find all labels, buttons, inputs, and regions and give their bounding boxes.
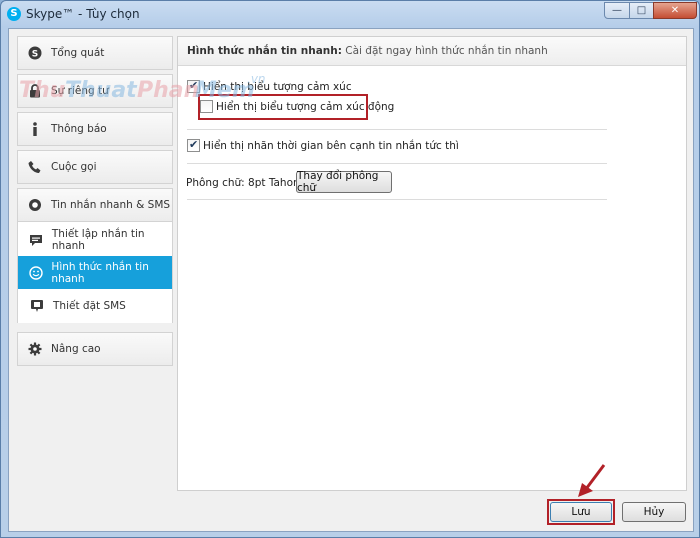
highlight-annotation [198, 94, 368, 120]
arrow-annotation-icon [578, 464, 606, 497]
sidebar-item-label: Thiết đặt SMS [53, 300, 126, 312]
sidebar-item-calls[interactable]: Cuộc gọi [17, 150, 173, 184]
sidebar-group-label: Tin nhắn nhanh & SMS [51, 199, 171, 211]
sidebar-item-im-settings[interactable]: Thiết lập nhắn tin nhanh [18, 223, 172, 257]
close-button[interactable]: ✕ [653, 2, 697, 19]
sidebar-item-privacy[interactable]: Sự riêng tư [17, 74, 173, 108]
sidebar-item-label: Thông báo [51, 123, 107, 135]
panel-header-title: Hình thức nhắn tin nhanh: [187, 45, 342, 57]
maximize-button[interactable]: □ [629, 2, 654, 19]
sidebar-item-label: Tổng quát [51, 47, 105, 59]
sidebar-item-label: Sự riêng tư [51, 85, 109, 97]
gear-icon [27, 341, 43, 357]
smiley-icon [29, 265, 43, 281]
sidebar-item-general[interactable]: S Tổng quát [17, 36, 173, 70]
sidebar-group-im: Tin nhắn nhanh & SMS Thiết lập nhắn tin … [17, 188, 173, 323]
show-emoticons-checkbox[interactable] [187, 79, 200, 93]
sidebar-item-advanced[interactable]: Nâng cao [17, 332, 173, 366]
speech-bubble-icon [29, 232, 44, 248]
phone-icon [27, 159, 43, 175]
sidebar-item-im-sms[interactable]: Tin nhắn nhanh & SMS [18, 189, 172, 222]
show-timestamp-option[interactable]: Hiển thị nhãn thời gian bên cạnh tin nhắ… [187, 138, 459, 152]
font-info: Phông chữ: 8pt Tahoma [186, 177, 310, 189]
sidebar-item-label: Hình thức nhắn tin nhanh [51, 261, 149, 285]
show-emoticons-label: Hiển thị biểu tượng cảm xúc [203, 80, 352, 93]
chat-icon [27, 197, 43, 213]
save-button[interactable]: Lưu [550, 502, 612, 522]
panel-header: Hình thức nhắn tin nhanh: Cài đặt ngay h… [178, 37, 686, 66]
window-title: Skype™ - Tùy chọn [26, 7, 140, 21]
window-frame: S Skype™ - Tùy chọn — □ ✕ S Tổng quát Sự… [0, 0, 700, 538]
cancel-button[interactable]: Hủy [622, 502, 686, 522]
skype-app-icon: S [7, 7, 21, 21]
sidebar-item-label: Cuộc gọi [51, 161, 97, 173]
divider [187, 163, 607, 164]
lock-icon [27, 83, 43, 99]
show-emoticons-option[interactable]: Hiển thị biểu tượng cảm xúc [187, 79, 352, 93]
sidebar-item-sms-settings[interactable]: Thiết đặt SMS [18, 289, 172, 323]
divider [187, 129, 607, 130]
svg-text:S: S [32, 50, 38, 60]
show-timestamp-checkbox[interactable] [187, 138, 200, 152]
info-icon [27, 121, 43, 137]
sidebar-item-label: Nâng cao [51, 343, 101, 355]
change-font-button[interactable]: Thay đổi phông chữ [296, 170, 392, 194]
divider [187, 199, 607, 200]
sms-icon [29, 298, 45, 314]
sidebar-item-label: Thiết lập nhắn tin nhanh [51, 228, 145, 252]
sidebar-item-notifications[interactable]: Thông báo [17, 112, 173, 146]
skype-icon: S [27, 45, 43, 61]
show-timestamp-label: Hiển thị nhãn thời gian bên cạnh tin nhắ… [203, 139, 459, 152]
minimize-button[interactable]: — [604, 2, 630, 19]
sidebar-item-im-appearance[interactable]: Hình thức nhắn tin nhanh [18, 256, 172, 290]
title-bar: S Skype™ - Tùy chọn — □ ✕ [1, 1, 700, 28]
panel-header-subtitle: Cài đặt ngay hình thức nhắn tin nhanh [341, 45, 548, 57]
